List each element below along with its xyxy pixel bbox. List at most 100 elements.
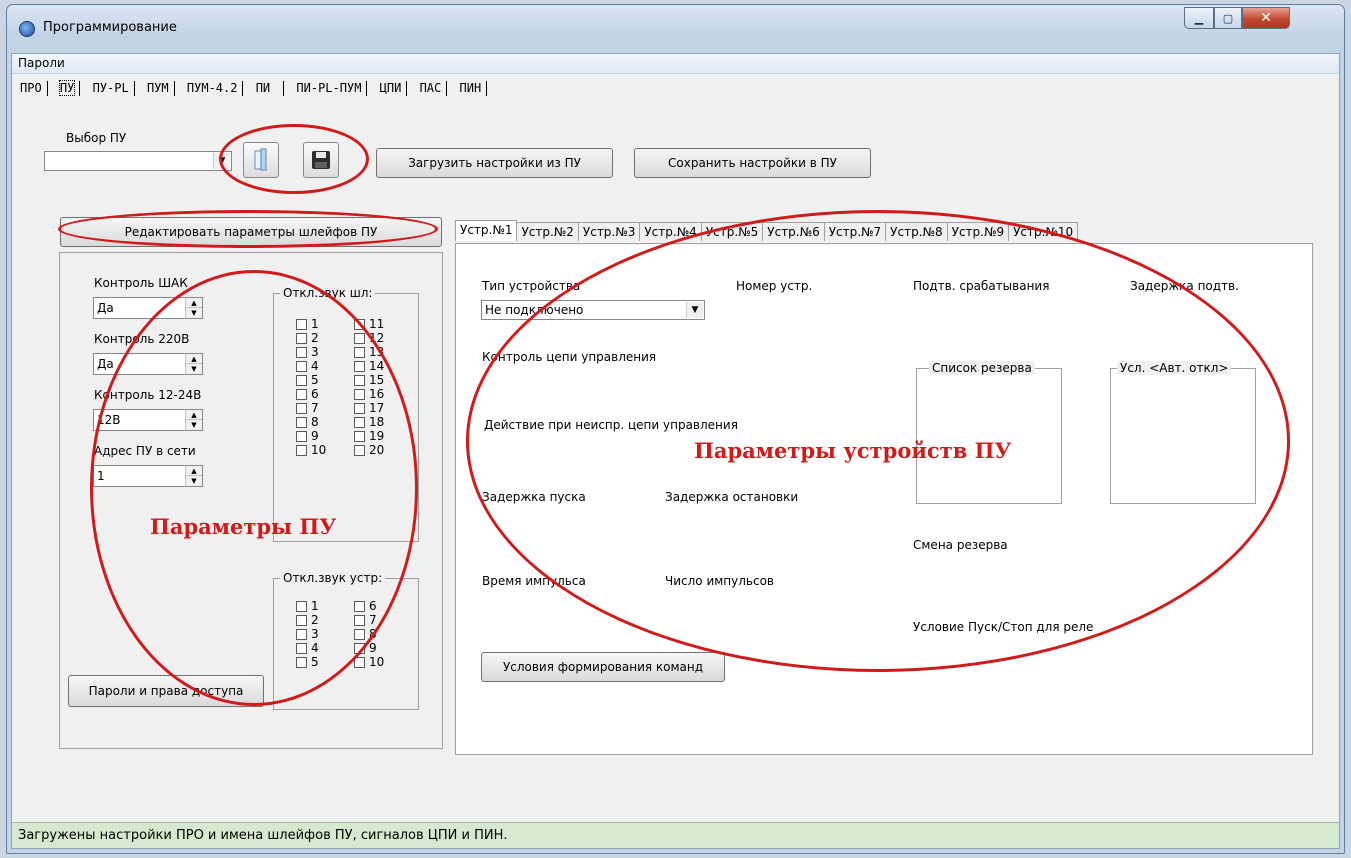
annotation-pu-params: Параметры ПУ: [150, 514, 337, 539]
device-sound-checkbox[interactable]: [296, 657, 307, 668]
tab-device-6[interactable]: Устр.№6: [762, 222, 825, 241]
label-pu-address: Адрес ПУ в сети: [94, 444, 196, 458]
tab-device-4[interactable]: Устр.№4: [639, 222, 702, 241]
status-bar: Загружены настройки ПРО и имена шлейфов …: [12, 822, 1339, 848]
loop-sound-checkbox[interactable]: [354, 417, 365, 428]
updown-icon[interactable]: ▲ ▼: [185, 466, 202, 486]
tab-device-7[interactable]: Устр.№7: [823, 222, 887, 241]
loop-sound-checkbox[interactable]: [296, 445, 307, 456]
chevron-down-icon: ▼: [213, 153, 230, 169]
loop-sound-checkbox[interactable]: [354, 375, 365, 386]
tab-pi[interactable]: ПИ: [251, 78, 275, 95]
save-file-button[interactable]: [303, 142, 339, 178]
device-number-label: Номер устр.: [736, 279, 813, 293]
loop-sound-checkbox[interactable]: [354, 319, 365, 330]
tab-device-8[interactable]: Устр.№8: [885, 222, 948, 241]
tab-device-9[interactable]: Устр.№9: [946, 222, 1010, 241]
loop-sound-checkbox[interactable]: [296, 403, 307, 414]
menu-bar: Пароли: [12, 54, 1339, 74]
tab-cpi[interactable]: ЦПИ: [375, 78, 407, 95]
main-window: Программирование ▁ ▢ ✕ Пароли ПРО ПУ ПУ-…: [6, 4, 1345, 854]
tab-pro[interactable]: ПРО: [15, 78, 47, 95]
loop-sound-checkbox[interactable]: [296, 417, 307, 428]
device-sound-checkbox[interactable]: [296, 601, 307, 612]
tab-device-3[interactable]: Устр.№3: [577, 222, 641, 241]
edit-loops-button[interactable]: Редактировать параметры шлейфов ПУ: [60, 217, 442, 247]
loop-sound-checkbox[interactable]: [354, 333, 365, 344]
loop-sound-checkbox[interactable]: [354, 361, 365, 372]
updown-icon[interactable]: ▲ ▼: [185, 354, 202, 374]
tab-pas[interactable]: ПАС: [415, 78, 447, 95]
loop-sound-checkbox[interactable]: [354, 389, 365, 400]
loop-sound-checkbox[interactable]: [296, 319, 307, 330]
loop-sound-checkbox[interactable]: [296, 361, 307, 372]
loop-sound-checkbox-label: 16: [369, 387, 385, 401]
tab-pin[interactable]: ПИН: [455, 78, 487, 95]
tab-pu[interactable]: ПУ: [55, 78, 79, 96]
device-sound-checkbox[interactable]: [296, 629, 307, 640]
title-bar[interactable]: Программирование ▁ ▢ ✕: [7, 5, 1344, 45]
tab-pum[interactable]: ПУМ: [142, 78, 174, 95]
devices-sound-title: Откл.звук устр:: [280, 571, 386, 585]
annotation-device-params: Параметры устройств ПУ: [694, 438, 1012, 463]
label-control-shak: Контроль ШАК: [94, 276, 188, 290]
loop-sound-checkbox[interactable]: [296, 431, 307, 442]
device-sound-checkbox-label: 7: [369, 613, 377, 627]
device-sound-checkbox[interactable]: [296, 615, 307, 626]
spin-control-220[interactable]: Да ▲ ▼: [93, 353, 203, 375]
loop-sound-checkbox[interactable]: [296, 333, 307, 344]
loop-sound-checkbox-label: 8: [311, 415, 319, 429]
device-sound-checkbox-label: 2: [311, 613, 319, 627]
device-type-label: Тип устройства: [482, 279, 581, 293]
device-sound-checkbox[interactable]: [354, 629, 365, 640]
tab-device-10[interactable]: Устр.№10: [1008, 222, 1079, 241]
load-settings-button[interactable]: Загрузить настройки из ПУ: [376, 148, 613, 178]
spin-control-12-24[interactable]: 12В ▲ ▼: [93, 409, 203, 431]
spin-control-shak[interactable]: Да ▲ ▼: [93, 297, 203, 319]
passwords-access-button[interactable]: Пароли и права доступа: [68, 675, 264, 707]
loop-sound-checkbox[interactable]: [296, 389, 307, 400]
tab-pi-pl-pum[interactable]: ПИ-PL-ПУМ: [291, 78, 366, 95]
tab-device-1[interactable]: Устр.№1: [455, 220, 518, 241]
relay-condition-label: Условие Пуск/Стоп для реле: [913, 620, 1094, 634]
auto-off-title: Усл. <Авт. откл>: [1117, 361, 1232, 375]
updown-icon[interactable]: ▲ ▼: [185, 410, 202, 430]
close-button[interactable]: ✕: [1242, 7, 1290, 29]
loop-sound-checkbox-label: 20: [369, 443, 385, 457]
command-conditions-button[interactable]: Условия формирования команд: [481, 652, 725, 682]
minimize-button[interactable]: ▁: [1184, 7, 1214, 29]
device-sound-checkbox[interactable]: [354, 643, 365, 654]
start-delay-label: Задержка пуска: [482, 490, 586, 504]
reserve-change-label: Смена резерва: [913, 538, 1008, 552]
loop-sound-checkbox[interactable]: [354, 347, 365, 358]
device-sound-checkbox[interactable]: [354, 601, 365, 612]
menu-passwords[interactable]: Пароли: [18, 56, 65, 70]
device-type-combo[interactable]: Не подключено ▼: [481, 300, 705, 320]
loop-sound-checkbox[interactable]: [296, 375, 307, 386]
pu-select-combo[interactable]: ▼: [44, 151, 232, 171]
pulse-count-label: Число импульсов: [665, 574, 775, 588]
folder-icon: [254, 148, 267, 171]
device-sound-checkbox[interactable]: [354, 615, 365, 626]
tab-pum-4-2[interactable]: ПУМ-4.2: [182, 78, 243, 95]
device-sound-checkbox-label: 4: [311, 641, 319, 655]
loop-sound-checkbox[interactable]: [296, 347, 307, 358]
loop-sound-checkbox-label: 10: [311, 443, 327, 457]
device-sound-checkbox[interactable]: [354, 657, 365, 668]
tab-device-5[interactable]: Устр.№5: [700, 222, 764, 241]
loop-sound-checkbox[interactable]: [354, 445, 365, 456]
save-settings-button[interactable]: Сохранить настройки в ПУ: [634, 148, 871, 178]
maximize-button[interactable]: ▢: [1214, 7, 1242, 29]
tab-device-2[interactable]: Устр.№2: [516, 222, 579, 241]
confirm-label: Подтв. срабатывания: [913, 279, 1050, 293]
loop-sound-checkbox-label: 19: [369, 429, 385, 443]
loop-sound-checkbox[interactable]: [354, 403, 365, 414]
loop-sound-checkbox-label: 4: [311, 359, 319, 373]
open-file-button[interactable]: [243, 142, 279, 178]
tab-pu-pl[interactable]: ПУ-PL: [88, 78, 134, 95]
loop-sound-checkbox[interactable]: [354, 431, 365, 442]
device-sound-checkbox[interactable]: [296, 643, 307, 654]
spin-pu-address[interactable]: 1 ▲ ▼: [93, 465, 203, 487]
pu-select-label: Выбор ПУ: [66, 131, 127, 145]
updown-icon[interactable]: ▲ ▼: [185, 298, 202, 318]
